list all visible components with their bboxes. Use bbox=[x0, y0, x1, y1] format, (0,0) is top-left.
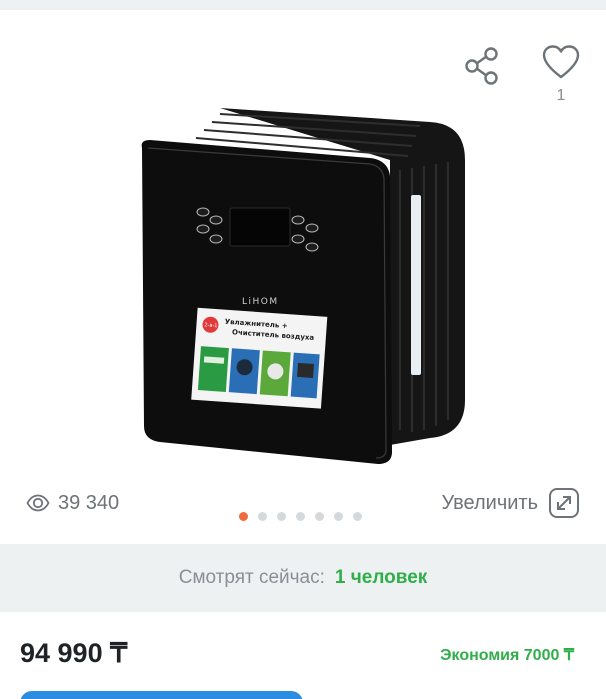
slide-dot[interactable] bbox=[277, 512, 286, 521]
product-sticker: 2-в-1 Увлажнитель + Очиститель воздуха bbox=[191, 307, 328, 409]
slide-dot[interactable] bbox=[239, 512, 248, 521]
slide-indicator[interactable] bbox=[239, 512, 362, 521]
zoom-button[interactable]: Увеличить bbox=[442, 486, 580, 520]
water-window bbox=[411, 195, 421, 375]
svg-text:2-в-1: 2-в-1 bbox=[204, 322, 217, 329]
views-count: 39 340 bbox=[58, 491, 120, 514]
share-button[interactable] bbox=[462, 46, 502, 86]
product-image[interactable]: LiHOM 2-в-1 Увлажнитель + Очиститель воз… bbox=[120, 100, 490, 470]
slide-dot[interactable] bbox=[258, 512, 267, 521]
watching-label: Смотрят сейчас: bbox=[178, 567, 325, 588]
zoom-label: Увеличить bbox=[441, 491, 538, 514]
buy-button[interactable] bbox=[20, 691, 303, 699]
favorites-count: 1 bbox=[556, 87, 566, 104]
saving-label: Экономия 7000 ₸ bbox=[440, 647, 574, 664]
heart-icon bbox=[542, 45, 580, 79]
brand-logo: LiHOM bbox=[242, 297, 279, 307]
watching-count: 1 человек bbox=[334, 567, 428, 588]
watching-now-bar: Смотрят сейчас: 1 человек bbox=[0, 544, 606, 612]
share-icon bbox=[465, 47, 498, 85]
favorite-button[interactable]: 1 bbox=[538, 44, 584, 108]
product-price: 94 990 ₸ bbox=[20, 638, 128, 668]
product-gallery[interactable]: 1 LiHOM 2-в-1 Увлажнитель + Очиститель в… bbox=[0, 10, 606, 544]
top-strip bbox=[0, 0, 606, 10]
slide-dot[interactable] bbox=[353, 512, 362, 521]
expand-icon bbox=[549, 488, 579, 518]
slide-dot[interactable] bbox=[315, 512, 324, 521]
eye-icon bbox=[26, 494, 50, 512]
slide-dot[interactable] bbox=[334, 512, 343, 521]
price-row: 94 990 ₸ Экономия 7000 ₸ bbox=[0, 612, 606, 692]
views-counter: 39 340 bbox=[26, 490, 119, 516]
slide-dot[interactable] bbox=[296, 512, 305, 521]
